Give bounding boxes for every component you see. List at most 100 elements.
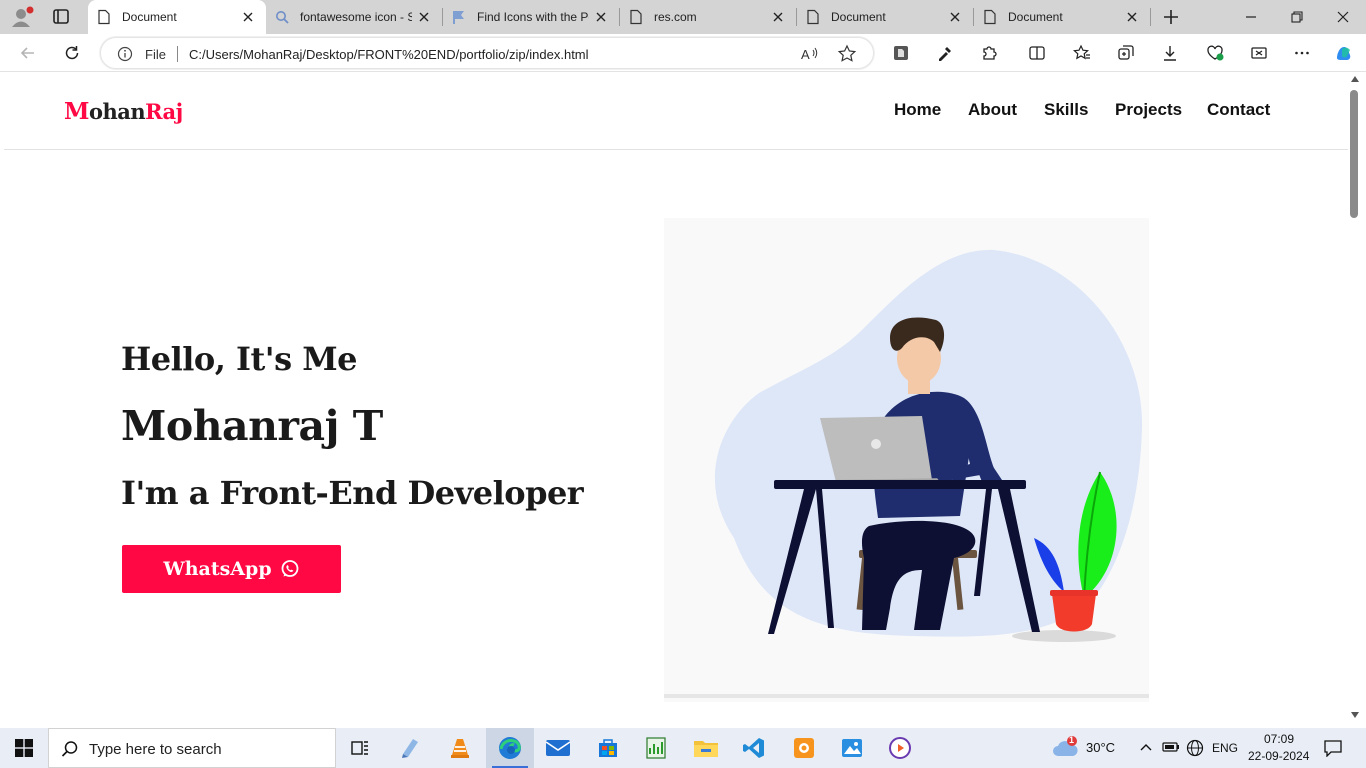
- protocol-label: File: [145, 47, 166, 62]
- tab-find-icons[interactable]: Find Icons with the Pe: [443, 0, 619, 34]
- tab-separator: [1150, 8, 1151, 26]
- back-arrow-icon[interactable]: [14, 39, 42, 67]
- windows-start-icon[interactable]: [0, 728, 48, 768]
- tab-title: Document: [122, 10, 177, 24]
- search-placeholder: Type here to search: [89, 741, 222, 758]
- photos-app-icon[interactable]: [828, 728, 876, 768]
- scroll-down-arrow-icon[interactable]: [1351, 712, 1359, 718]
- extensions-puzzle-icon[interactable]: [975, 39, 1003, 67]
- taskbar-search-box[interactable]: Type here to search: [48, 728, 336, 768]
- search-icon: [276, 11, 289, 24]
- site-logo[interactable]: MohanRaj: [64, 98, 183, 125]
- refresh-icon[interactable]: [58, 39, 86, 67]
- tab-title: res.com: [654, 10, 697, 24]
- browser-tab-strip: Document fontawesome icon - S Find Icons…: [0, 0, 1366, 34]
- task-view-icon[interactable]: [336, 728, 384, 768]
- copilot-icon[interactable]: [1330, 39, 1358, 67]
- microsoft-store-icon[interactable]: [584, 728, 632, 768]
- svg-text:A: A: [801, 47, 810, 62]
- file-explorer-icon[interactable]: [682, 728, 730, 768]
- whatsapp-icon: [281, 560, 299, 577]
- close-icon[interactable]: [412, 5, 436, 29]
- downloads-icon[interactable]: [1156, 39, 1184, 67]
- more-options-icon[interactable]: [1288, 39, 1316, 67]
- flag-icon: [453, 11, 464, 24]
- weather-temperature[interactable]: 30°C: [1086, 740, 1115, 755]
- notifications-icon[interactable]: [1324, 739, 1342, 762]
- weather-cloud-icon[interactable]: 1: [1052, 735, 1080, 765]
- nav-about[interactable]: About: [968, 100, 1017, 120]
- scroll-up-arrow-icon[interactable]: [1351, 76, 1359, 82]
- close-window-icon[interactable]: [1320, 0, 1366, 34]
- developer-illustration: [664, 218, 1149, 702]
- favorites-icon[interactable]: [1068, 39, 1096, 67]
- mail-icon[interactable]: [534, 728, 582, 768]
- network-globe-icon[interactable]: [1186, 739, 1204, 762]
- restore-icon[interactable]: [1274, 0, 1320, 34]
- tab-title: fontawesome icon - S: [300, 10, 412, 24]
- whatsapp-button-label: WhatsApp: [163, 558, 272, 580]
- split-screen-icon[interactable]: [1023, 39, 1051, 67]
- page-scrollbar[interactable]: [1348, 72, 1362, 724]
- read-aloud-icon[interactable]: A: [799, 44, 819, 69]
- page-icon: [98, 9, 110, 25]
- page-icon: [630, 9, 642, 25]
- browser-essentials-icon[interactable]: [1201, 39, 1229, 67]
- tab-fontawesome-search[interactable]: fontawesome icon - S: [266, 0, 442, 34]
- windows-taskbar: Type here to search 1 30°C ENG 07:09 22-…: [0, 728, 1366, 768]
- extension-reader-icon[interactable]: [887, 39, 915, 67]
- close-icon[interactable]: [1120, 5, 1144, 29]
- close-icon[interactable]: [943, 5, 967, 29]
- nav-projects[interactable]: Projects: [1115, 100, 1182, 120]
- recorder-app-icon[interactable]: [780, 728, 828, 768]
- tab-document-3[interactable]: Document: [974, 0, 1150, 34]
- nav-skills[interactable]: Skills: [1044, 100, 1088, 120]
- notes-app-icon[interactable]: [386, 728, 434, 768]
- hero-greeting: Hello, It's Me: [121, 340, 358, 378]
- address-divider: [177, 46, 178, 62]
- media-player-icon[interactable]: [876, 728, 924, 768]
- address-bar[interactable]: File C:/Users/MohanRaj/Desktop/FRONT%20E…: [100, 37, 874, 69]
- new-tab-button[interactable]: [1158, 5, 1184, 29]
- favorite-star-icon[interactable]: [837, 44, 857, 69]
- hero-name: Mohanraj T: [121, 402, 383, 450]
- tab-res-com[interactable]: res.com: [620, 0, 796, 34]
- page-icon: [984, 9, 996, 25]
- tab-document-2[interactable]: Document: [797, 0, 973, 34]
- collections-icon[interactable]: [1112, 39, 1140, 67]
- scrollbar-thumb[interactable]: [1350, 90, 1358, 218]
- clock-time[interactable]: 07:09: [1264, 732, 1294, 746]
- weather-badge-count: 1: [1069, 735, 1075, 745]
- hero-role: I'm a Front-End Developer: [121, 474, 584, 512]
- tab-actions-icon[interactable]: [48, 5, 74, 29]
- tab-title: Document: [1008, 10, 1063, 24]
- url-text[interactable]: C:/Users/MohanRaj/Desktop/FRONT%20END/po…: [189, 47, 589, 62]
- whatsapp-button[interactable]: WhatsApp: [122, 545, 341, 593]
- vlc-icon[interactable]: [436, 728, 484, 768]
- edge-browser-icon[interactable]: [486, 728, 534, 768]
- info-icon[interactable]: [117, 46, 133, 67]
- show-hidden-icons-chevron-icon[interactable]: [1140, 741, 1152, 759]
- page-viewport: MohanRaj Home About Skills Projects Cont…: [4, 72, 1348, 724]
- screenshot-icon[interactable]: [1245, 39, 1273, 67]
- close-icon[interactable]: [236, 5, 260, 29]
- tab-title: Find Icons with the Pe: [477, 10, 589, 24]
- vscode-icon[interactable]: [730, 728, 778, 768]
- spreadsheet-app-icon[interactable]: [632, 728, 680, 768]
- tab-title: Document: [831, 10, 886, 24]
- page-icon: [807, 9, 819, 25]
- clock-date[interactable]: 22-09-2024: [1248, 749, 1309, 763]
- minimize-icon[interactable]: [1228, 0, 1274, 34]
- input-language[interactable]: ENG: [1212, 741, 1238, 755]
- eyedropper-icon[interactable]: [931, 39, 959, 67]
- search-icon: [61, 741, 78, 757]
- browser-toolbar: File C:/Users/MohanRaj/Desktop/FRONT%20E…: [0, 34, 1366, 72]
- battery-icon[interactable]: [1162, 740, 1180, 759]
- close-icon[interactable]: [589, 5, 613, 29]
- nav-home[interactable]: Home: [894, 100, 941, 120]
- profile-avatar-icon[interactable]: [8, 5, 34, 29]
- nav-contact[interactable]: Contact: [1207, 100, 1270, 120]
- tab-document-active[interactable]: Document: [88, 0, 266, 34]
- site-header: MohanRaj Home About Skills Projects Cont…: [4, 72, 1348, 150]
- close-icon[interactable]: [766, 5, 790, 29]
